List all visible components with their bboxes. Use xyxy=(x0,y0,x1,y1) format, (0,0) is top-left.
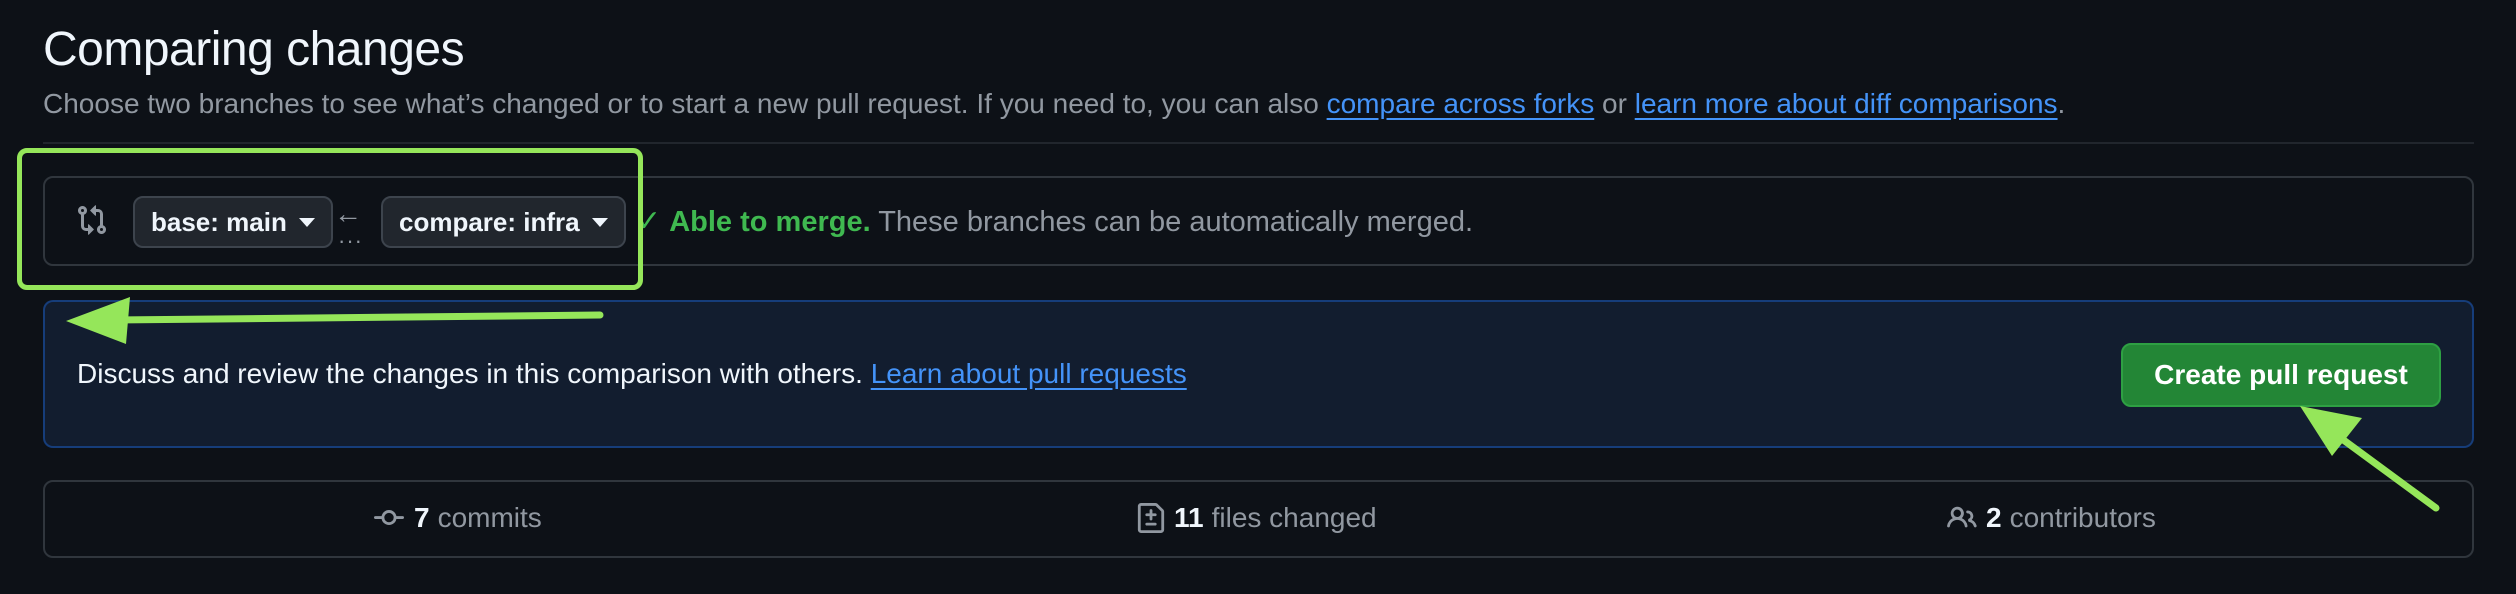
subtitle-or: or xyxy=(1602,88,1627,119)
divider xyxy=(43,142,2474,144)
merge-ok-text: Able to merge. xyxy=(669,206,871,238)
subtitle-text: Choose two branches to see what’s change… xyxy=(43,88,1319,119)
commits-stat[interactable]: 7 commits xyxy=(372,502,542,534)
files-count: 11 xyxy=(1174,502,1204,533)
subtitle-end: . xyxy=(2057,88,2066,119)
compare-forks-link[interactable]: compare across forks xyxy=(1327,88,1595,119)
commit-icon xyxy=(374,510,404,526)
annotation-highlight-box xyxy=(17,148,643,290)
contributors-stat[interactable]: 2 contributors xyxy=(1946,502,2156,534)
page-title: Comparing changes xyxy=(43,23,465,76)
file-diff-icon xyxy=(1137,503,1165,533)
merge-status: ✓ Able to merge. These branches can be a… xyxy=(636,204,1473,239)
page-subtitle: Choose two branches to see what’s change… xyxy=(43,88,2065,120)
diff-comparisons-link[interactable]: learn more about diff comparisons xyxy=(1635,88,2058,119)
discuss-text: Discuss and review the changes in this c… xyxy=(77,358,1187,390)
files-label: files changed xyxy=(1211,502,1377,533)
people-icon xyxy=(1947,506,1977,528)
learn-pull-requests-link[interactable]: Learn about pull requests xyxy=(871,358,1187,389)
contributors-count: 2 xyxy=(1986,502,2002,533)
commits-count: 7 xyxy=(414,502,430,533)
discuss-message: Discuss and review the changes in this c… xyxy=(77,358,863,389)
contributors-label: contributors xyxy=(2009,502,2156,533)
create-pull-request-button[interactable]: Create pull request xyxy=(2121,343,2441,407)
files-changed-stat[interactable]: 11 files changed xyxy=(1136,502,1377,534)
merge-desc-text: These branches can be automatically merg… xyxy=(878,206,1474,238)
commits-label: commits xyxy=(437,502,542,533)
